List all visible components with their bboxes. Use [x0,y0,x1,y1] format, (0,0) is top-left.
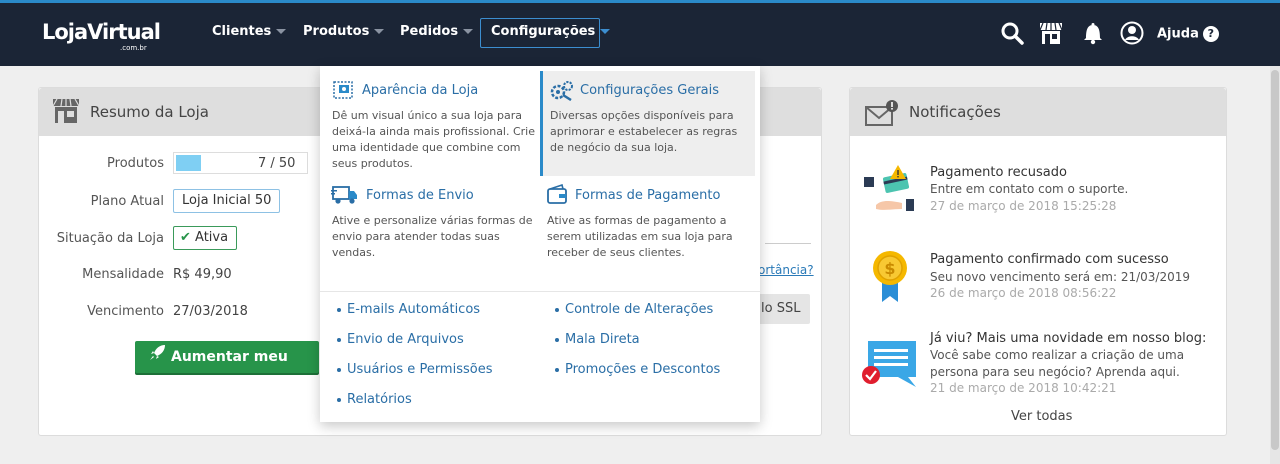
plano-label: Plano Atual [90,194,164,209]
nav-pedidos-label: Pedidos [400,24,459,39]
store-icon[interactable] [1038,20,1064,46]
help-link[interactable]: Ajuda? [1157,26,1219,42]
bullet-icon [337,307,341,312]
mensalidade-label: Mensalidade [82,267,164,282]
wallet-icon [546,183,572,206]
dropdown-link-promocoes[interactable]: Promoções e Descontos [555,362,720,377]
check-icon: ✔ [180,230,191,245]
dropdown-link-label: Mala Direta [565,332,640,347]
upgrade-plan-button[interactable]: Aumentar meu plano [135,341,319,397]
notification-date: 27 de março de 2018 15:25:28 [930,199,1117,213]
vencimento-value: 27/03/2018 [173,304,248,319]
status-badge: ✔ Ativa [173,226,238,250]
store-icon [52,98,80,128]
envelope-alert-icon [865,99,901,131]
notifications-title: Notificações [909,103,1001,121]
question-icon: ? [1202,26,1219,42]
divider [765,243,811,244]
dropdown-section-title[interactable]: Aparência da Loja [362,83,478,98]
dropdown-link-relatorios[interactable]: Relatórios [337,392,412,407]
plano-value: Loja Inicial 50 [173,189,281,213]
notification-body: Entre em contato com o suporte. [930,182,1129,196]
chevron-down-icon [600,29,611,34]
notification-title: Pagamento recusado [930,165,1067,180]
nav-clientes-label: Clientes [212,24,272,39]
chevron-down-icon [374,29,385,34]
notification-date: 21 de março de 2018 10:42:21 [930,381,1117,395]
dropdown-section-desc: Dê um visual único a sua loja para deixá… [332,109,536,170]
status-value: Ativa [195,230,229,245]
produtos-count: 7 / 50 [258,156,296,171]
nav-clientes[interactable]: Clientes [212,24,287,39]
rocket-icon [149,341,167,373]
scrollbar-thumb[interactable] [1271,70,1279,450]
nav-pedidos[interactable]: Pedidos [400,24,474,39]
dropdown-link-label: Envio de Arquivos [347,332,464,347]
dropdown-divider [320,291,760,292]
dropdown-link-label: Promoções e Descontos [565,362,721,377]
notification-date: 26 de março de 2018 08:56:22 [930,286,1117,300]
dropdown-section-desc: Diversas opções disponíveis para aprimor… [550,109,738,154]
chevron-down-icon [463,29,474,34]
mensalidade-value: R$ 49,90 [173,267,232,282]
dropdown-link-controle[interactable]: Controle de Alterações [555,302,713,317]
dropdown-link-usuarios[interactable]: Usuários e Permissões [337,362,492,377]
ssl-button[interactable]: lo SSL [758,294,810,324]
brand-domain: .com.br [120,44,147,52]
notification-body: Você sabe como realizar a criação de uma… [930,348,1185,379]
notification-title: Já viu? Mais uma novidade em nosso blog: [930,331,1207,346]
nav-configuracoes-label: Configurações [491,24,596,39]
bullet-icon [337,397,341,402]
notification-body: Seu novo vencimento será em: 21/03/2019 [930,270,1191,284]
coin-badge-icon: $ [872,250,912,308]
nav-produtos[interactable]: Produtos [303,24,385,39]
store-summary-title: Resumo da Loja [90,103,209,121]
dropdown-link-arquivos[interactable]: Envio de Arquivos [337,332,464,347]
dropdown-section-desc: Ative as formas de pagamento a serem uti… [547,214,733,259]
card-payment-declined-icon [862,163,918,217]
settings-gears-icon [549,79,575,102]
chevron-down-icon [276,29,287,34]
search-icon[interactable] [999,20,1025,46]
dropdown-link-mala-direta[interactable]: Mala Direta [555,332,640,347]
notifications-header [850,88,1226,136]
produtos-progress-fill [176,155,201,171]
dropdown-link-label: Controle de Alterações [565,302,714,317]
dropdown-section-title[interactable]: Formas de Pagamento [575,188,720,203]
produtos-label: Produtos [107,156,164,171]
help-label: Ajuda [1157,26,1199,42]
dropdown-link-label: Usuários e Permissões [347,362,493,377]
nav-produtos-label: Produtos [303,24,370,39]
appearance-icon [331,79,357,101]
view-all-link[interactable]: Ver todas [1011,409,1072,424]
dropdown-link-label: E-mails Automáticos [347,302,481,317]
dropdown-section-title[interactable]: Configurações Gerais [580,83,719,98]
vencimento-label: Vencimento [87,304,164,319]
user-icon[interactable] [1119,20,1145,46]
truck-icon [331,184,357,206]
svg-text:$: $ [884,259,895,278]
bullet-icon [555,367,559,372]
situacao-label: Situação da Loja [56,231,164,246]
bullet-icon [337,367,341,372]
partial-link[interactable]: ortância? [758,263,814,277]
blog-message-icon [860,337,920,393]
nav-configuracoes[interactable]: Configurações [480,18,611,48]
brand-name: LojaVirtual [42,20,161,44]
dropdown-section-title[interactable]: Formas de Envio [366,188,474,203]
bullet-icon [555,337,559,342]
bell-icon[interactable] [1080,20,1106,46]
bullet-icon [555,307,559,312]
dropdown-section-desc: Ative e personalize várias formas de env… [332,214,533,259]
bullet-icon [337,337,341,342]
dropdown-link-emails[interactable]: E-mails Automáticos [337,302,480,317]
notification-title: Pagamento confirmado com sucesso [930,252,1169,267]
dropdown-link-label: Relatórios [347,392,412,407]
